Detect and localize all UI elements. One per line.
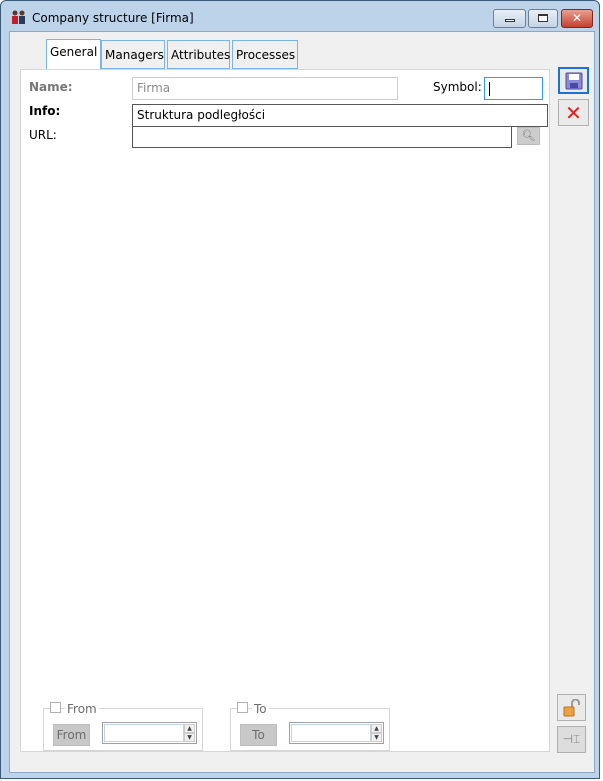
info-label: Info: bbox=[29, 104, 61, 118]
symbol-field[interactable] bbox=[484, 77, 543, 100]
window: Company structure [Firma] ✕ General Mana… bbox=[0, 0, 600, 779]
unlock-button[interactable] bbox=[557, 694, 586, 721]
close-button[interactable]: ✕ bbox=[561, 9, 593, 28]
title-bar[interactable]: Company structure [Firma] ✕ bbox=[1, 1, 599, 31]
minimize-button[interactable] bbox=[493, 9, 526, 28]
save-button[interactable] bbox=[558, 67, 589, 94]
padlock-open-icon bbox=[563, 698, 580, 716]
floppy-disk-icon bbox=[565, 72, 582, 89]
tab-processes[interactable]: Processes bbox=[232, 40, 298, 69]
to-checkbox-label: To bbox=[252, 702, 269, 716]
to-button[interactable]: To bbox=[240, 724, 277, 746]
spin-up-icon[interactable]: ▲ bbox=[371, 724, 382, 733]
client-area: General Managers Attributes Processes Na… bbox=[9, 31, 595, 773]
magnifier-icon: 🔍︎ bbox=[521, 129, 536, 142]
to-date-spinner[interactable]: ▲ ▼ bbox=[289, 722, 384, 744]
pin-icon: ⊣⌶ bbox=[562, 732, 581, 746]
url-label: URL: bbox=[29, 128, 57, 142]
pin-button[interactable]: ⊣⌶ bbox=[557, 726, 586, 753]
tab-attributes[interactable]: Attributes bbox=[167, 40, 230, 69]
tab-managers[interactable]: Managers bbox=[101, 40, 165, 69]
symbol-label: Symbol: bbox=[433, 80, 482, 94]
cancel-button[interactable]: ✕ bbox=[558, 99, 589, 126]
info-field[interactable]: Struktura podległości bbox=[132, 104, 548, 127]
tab-general[interactable]: General bbox=[46, 39, 101, 69]
url-field[interactable] bbox=[132, 126, 512, 148]
spin-up-icon[interactable]: ▲ bbox=[184, 724, 195, 733]
to-checkbox[interactable] bbox=[237, 702, 248, 713]
window-title: Company structure [Firma] bbox=[32, 11, 194, 25]
from-button[interactable]: From bbox=[53, 724, 90, 746]
spin-down-icon[interactable]: ▼ bbox=[184, 733, 195, 742]
from-checkbox[interactable] bbox=[50, 702, 61, 713]
spin-down-icon[interactable]: ▼ bbox=[371, 733, 382, 742]
name-field[interactable]: Firma bbox=[132, 77, 398, 100]
name-label: Name: bbox=[29, 80, 73, 94]
url-search-button[interactable]: 🔍︎ bbox=[517, 127, 540, 145]
from-checkbox-label: From bbox=[65, 702, 99, 716]
red-x-icon: ✕ bbox=[565, 100, 582, 125]
from-date-spinner[interactable]: ▲ ▼ bbox=[102, 722, 197, 744]
company-structure-icon bbox=[12, 10, 25, 24]
general-panel: Name: Firma Symbol: Info: Struktura podl… bbox=[20, 69, 550, 752]
to-date-field[interactable] bbox=[291, 724, 371, 742]
maximize-button[interactable] bbox=[528, 9, 558, 28]
from-date-field[interactable] bbox=[104, 724, 184, 742]
